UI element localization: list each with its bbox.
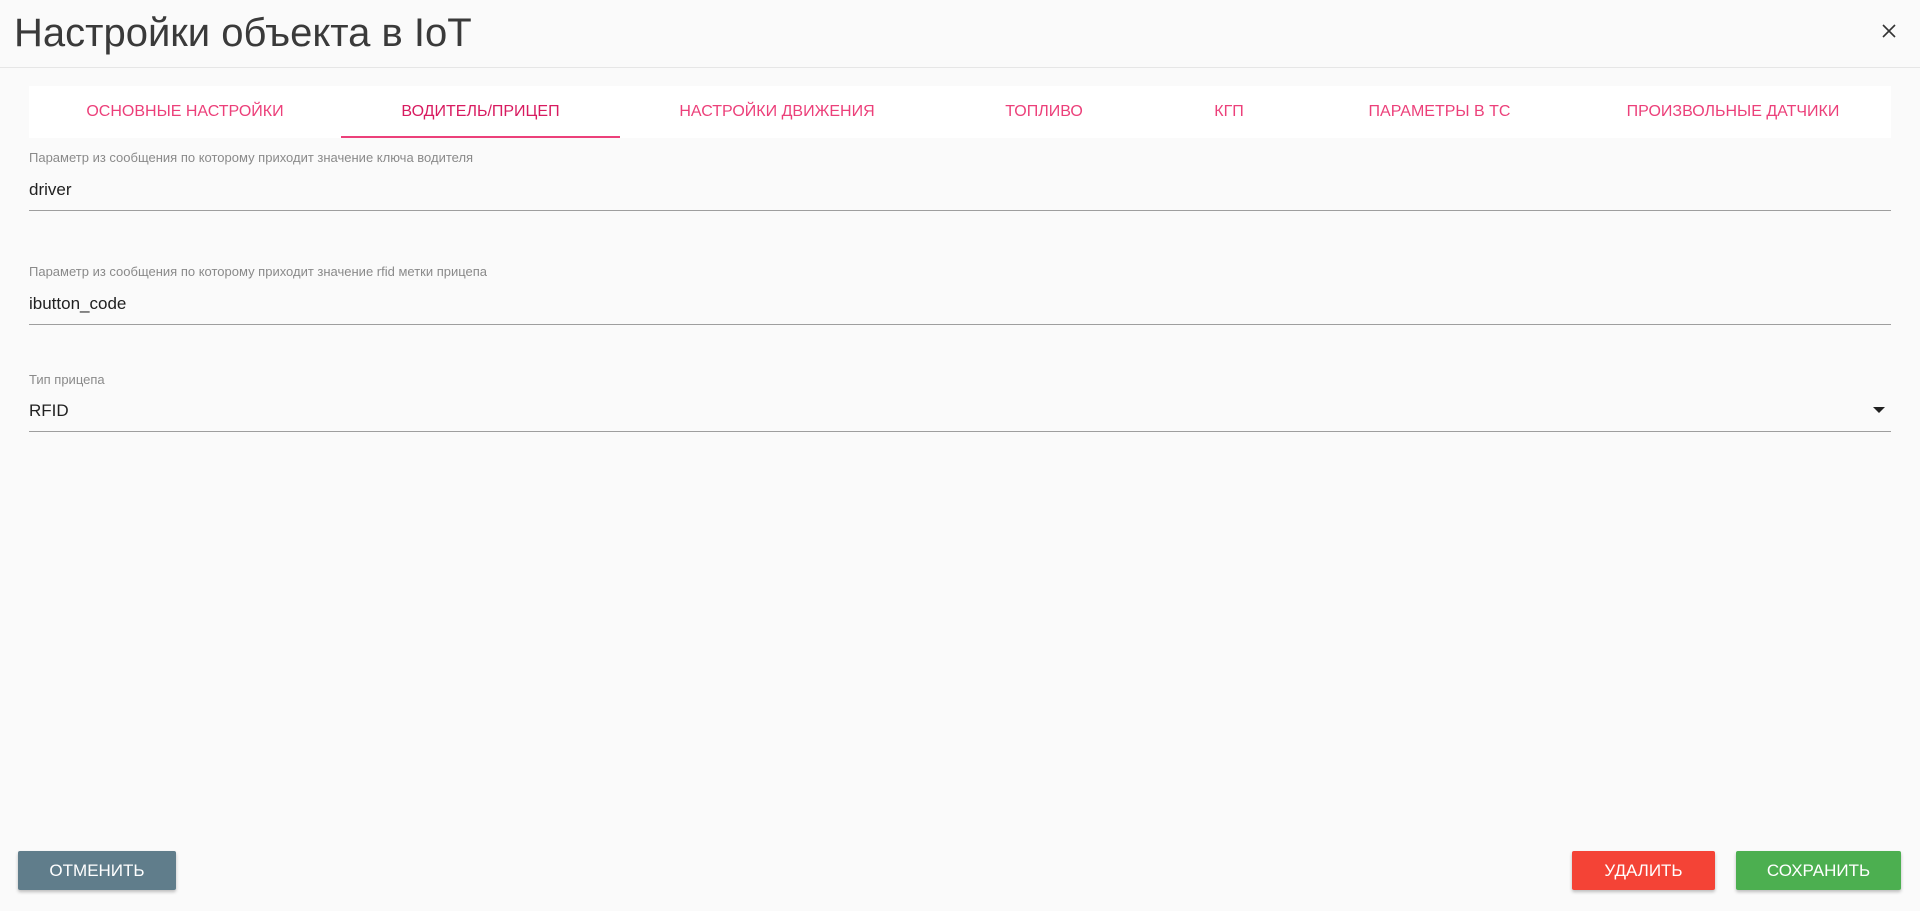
page-title: Настройки объекта в IoT	[14, 11, 472, 55]
settings-dialog: Настройки объекта в IoT Основные настрой…	[0, 0, 1920, 911]
trailer-type-field: Тип прицепа RFID	[29, 372, 1891, 432]
close-icon	[1882, 24, 1896, 38]
save-button[interactable]: Сохранить	[1736, 851, 1901, 890]
close-button[interactable]	[1876, 18, 1902, 44]
trailer-rfid-field: Параметр из сообщения по которому приход…	[29, 264, 1893, 325]
tab-vehicle-params[interactable]: Параметры в ТС	[1304, 86, 1575, 138]
tab-movement-settings[interactable]: Настройки движения	[620, 86, 934, 138]
tab-fuel[interactable]: Топливо	[934, 86, 1154, 138]
tab-basic-settings[interactable]: Основные настройки	[29, 86, 341, 138]
driver-key-field: Параметр из сообщения по которому приход…	[29, 150, 1893, 211]
tab-kgp[interactable]: КГП	[1154, 86, 1304, 138]
trailer-rfid-label: Параметр из сообщения по которому приход…	[29, 264, 488, 279]
tab-custom-sensors[interactable]: Произвольные датчики	[1575, 86, 1891, 138]
trailer-type-label: Тип прицепа	[29, 372, 105, 387]
delete-button[interactable]: Удалить	[1572, 851, 1715, 890]
tab-driver-trailer[interactable]: Водитель/Прицеп	[341, 86, 620, 138]
driver-key-input[interactable]	[29, 178, 1893, 210]
trailer-type-select[interactable]: RFID	[29, 400, 1891, 431]
driver-key-label: Параметр из сообщения по которому приход…	[29, 150, 474, 165]
trailer-rfid-input[interactable]	[29, 292, 1893, 324]
dialog-header: Настройки объекта в IoT	[0, 0, 1920, 68]
chevron-down-icon[interactable]	[1873, 407, 1885, 413]
cancel-button[interactable]: Отменить	[18, 851, 176, 890]
tab-bar: Основные настройки Водитель/Прицеп Настр…	[29, 86, 1891, 138]
